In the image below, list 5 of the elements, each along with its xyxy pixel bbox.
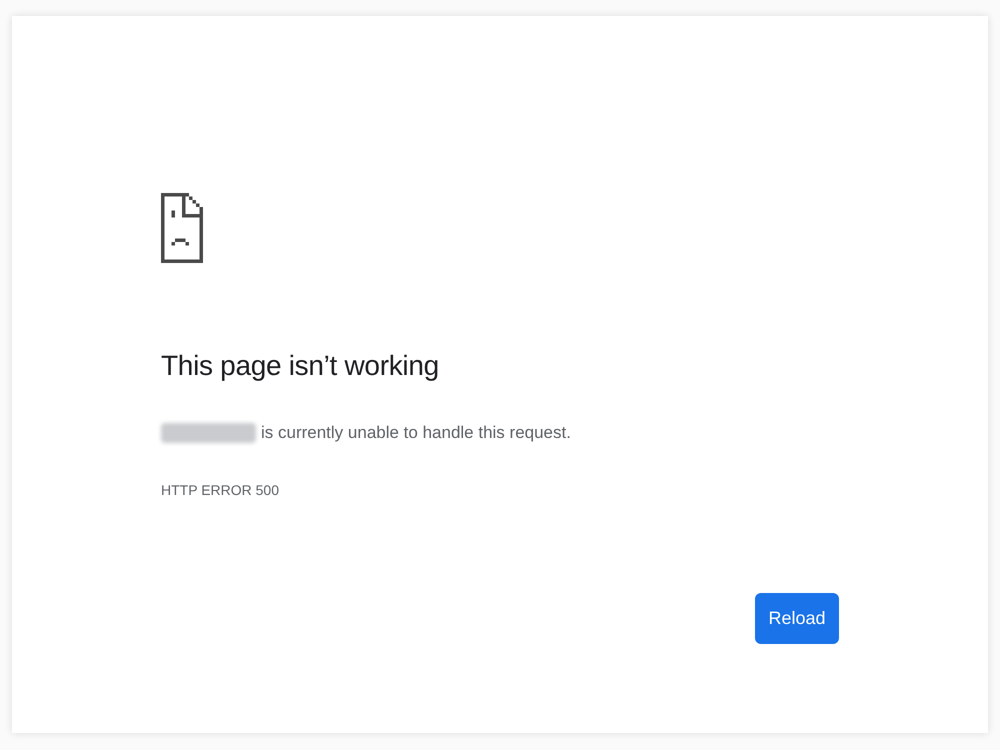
error-code: HTTP ERROR 500: [161, 481, 279, 500]
error-title: This page isn’t working: [161, 349, 439, 383]
sad-page-icon: [161, 193, 203, 263]
error-message: is currently unable to handle this request.: [261, 422, 571, 444]
reload-button[interactable]: Reload: [755, 593, 839, 644]
